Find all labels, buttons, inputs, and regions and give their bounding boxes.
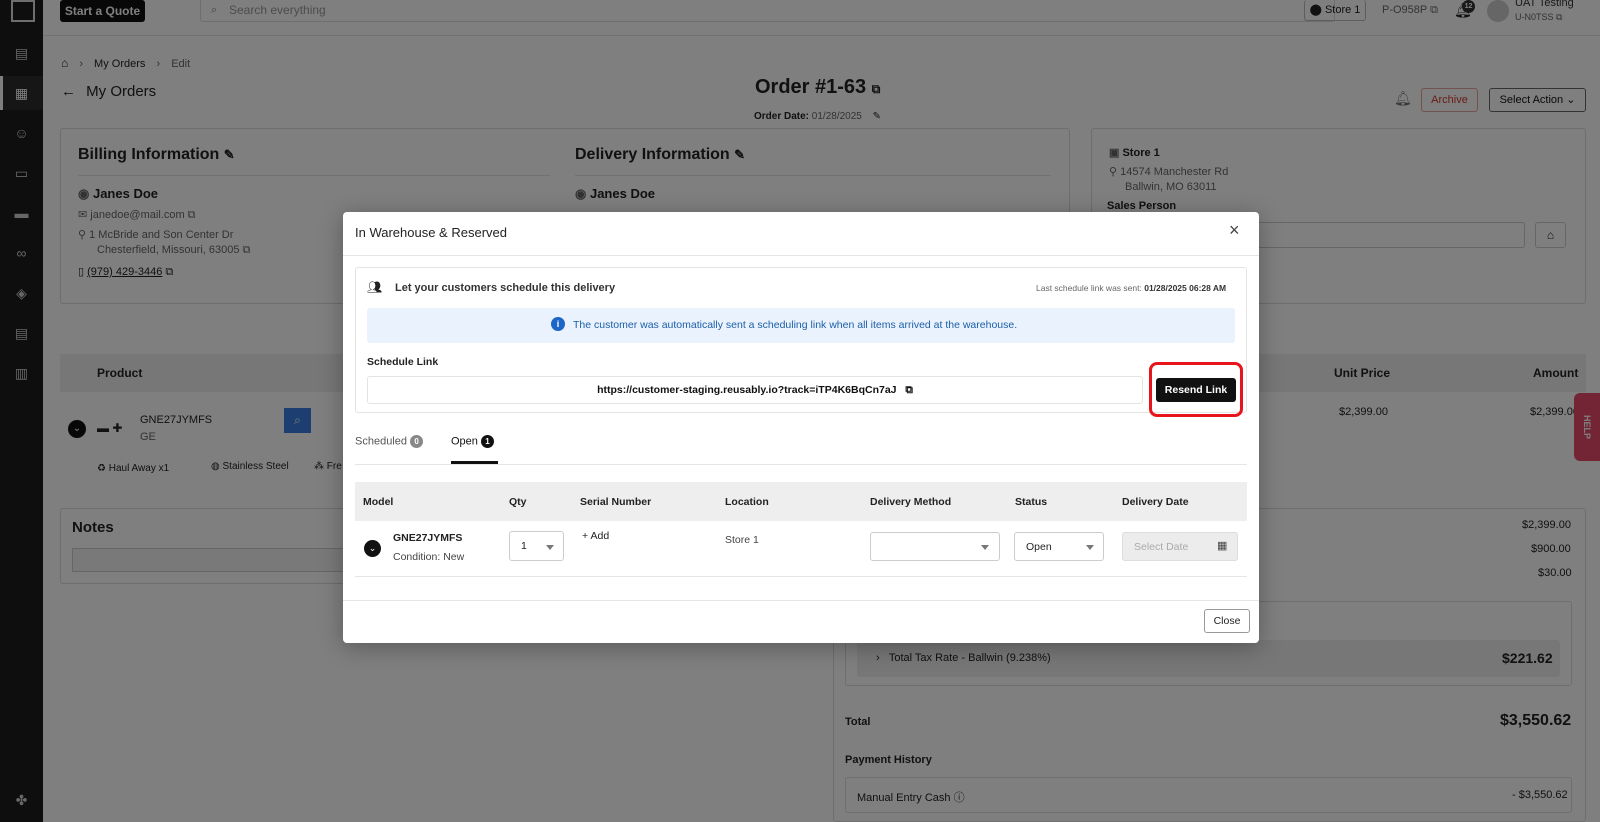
info-text: The customer was automatically sent a sc… — [573, 319, 1018, 331]
delivery-method-select[interactable] — [870, 532, 1000, 561]
tab-open[interactable]: Open 1 — [451, 435, 494, 448]
people-icon: 👥︎ — [367, 280, 383, 294]
row-condition: Condition: New — [393, 551, 465, 563]
chevron-down-icon — [546, 545, 554, 550]
divider — [343, 255, 1259, 256]
col-location: Location — [725, 496, 769, 508]
last-sent: Last schedule link was sent: 01/28/2025 … — [1036, 283, 1227, 293]
schedule-link-field[interactable]: https://customer-staging.reusably.io?tra… — [367, 376, 1143, 404]
row-location: Store 1 — [725, 534, 759, 546]
col-delivery-date: Delivery Date — [1122, 496, 1189, 508]
qty-select[interactable]: 1 — [509, 531, 564, 561]
col-serial: Serial Number — [580, 496, 652, 508]
in-warehouse-modal: In Warehouse & Reserved × 👥︎ Let your cu… — [343, 212, 1259, 643]
divider — [343, 600, 1259, 601]
modal-title: In Warehouse & Reserved — [355, 225, 507, 240]
status-select[interactable]: Open — [1014, 532, 1104, 561]
col-delivery-method: Delivery Method — [870, 496, 952, 508]
schedule-link-label: Schedule Link — [367, 356, 439, 368]
close-button[interactable]: Close — [1204, 609, 1250, 633]
delivery-date-input[interactable]: Select Date ▦ — [1122, 532, 1238, 561]
row-model: GNE27JYMFS — [393, 532, 463, 544]
qty-value: 1 — [521, 540, 527, 552]
col-model: Model — [363, 496, 394, 508]
chevron-down-icon — [1086, 545, 1094, 550]
tab-count: 1 — [480, 435, 494, 448]
status-value: Open — [1026, 541, 1052, 553]
date-placeholder: Select Date — [1134, 541, 1189, 553]
copy-icon[interactable]: ⧉ — [905, 384, 913, 396]
resend-link-button[interactable]: Resend Link — [1156, 378, 1236, 402]
info-icon: i — [551, 317, 565, 331]
divider — [355, 464, 1247, 465]
col-status: Status — [1015, 496, 1048, 508]
col-qty: Qty — [509, 496, 527, 508]
schedule-heading: Let your customers schedule this deliver… — [395, 282, 616, 294]
add-serial-button[interactable]: + Add — [582, 530, 609, 542]
divider — [355, 576, 1247, 577]
close-icon[interactable]: × — [1229, 220, 1240, 241]
chevron-down-icon — [981, 545, 989, 550]
tab-count: 0 — [410, 435, 424, 448]
calendar-icon[interactable]: ▦ — [1217, 539, 1227, 552]
plus-icon: + — [582, 530, 589, 542]
tab-scheduled[interactable]: Scheduled 0 — [355, 435, 424, 448]
table-header — [355, 482, 1247, 521]
expand-row-icon[interactable]: ⌄ — [364, 540, 381, 557]
